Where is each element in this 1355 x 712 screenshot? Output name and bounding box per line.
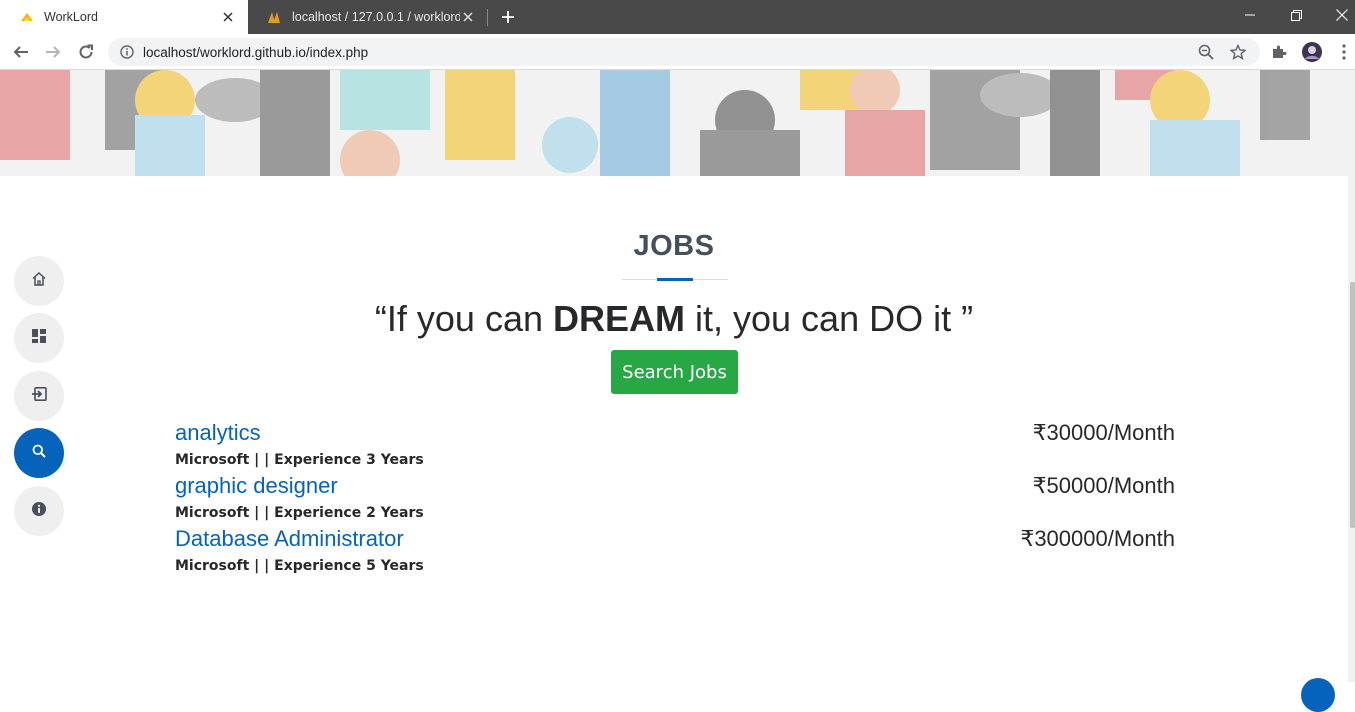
extensions-icon[interactable] xyxy=(1268,41,1290,63)
phpmyadmin-favicon-icon xyxy=(267,9,283,25)
job-salary: ₹50000/Month xyxy=(1032,473,1175,498)
zoom-icon[interactable] xyxy=(1196,42,1216,62)
quote-bold: DREAM xyxy=(553,298,685,339)
tab-strip: WorkLord localhost / 127.0.0.1 / worklor… xyxy=(0,0,1355,34)
forward-icon[interactable] xyxy=(40,39,66,65)
site-info-icon[interactable] xyxy=(119,44,135,60)
restore-icon[interactable] xyxy=(1273,0,1319,30)
job-title-link[interactable]: analytics xyxy=(175,420,261,446)
minimize-icon[interactable] xyxy=(1227,0,1273,30)
job-title-link[interactable]: Database Administrator xyxy=(175,526,404,552)
tab-title: localhost / 127.0.0.1 / worklord / xyxy=(292,10,460,24)
worklord-favicon-icon xyxy=(19,9,35,25)
job-meta: Microsoft | | Experience 3 Years xyxy=(175,452,424,468)
nav-search-button[interactable] xyxy=(14,428,64,478)
job-salary: ₹300000/Month xyxy=(1020,526,1175,551)
hero-illustration xyxy=(0,70,1348,176)
nav-info-button[interactable] xyxy=(14,486,64,536)
back-to-top-button[interactable] xyxy=(1301,678,1335,712)
job-title-link[interactable]: graphic designer xyxy=(175,473,338,499)
tab-title: WorkLord xyxy=(44,10,98,24)
back-icon[interactable] xyxy=(8,39,34,65)
close-tab-icon[interactable] xyxy=(220,9,236,25)
close-tab-icon[interactable] xyxy=(460,9,476,25)
menu-kebab-icon[interactable] xyxy=(1333,41,1355,63)
job-salary: ₹30000/Month xyxy=(1032,420,1175,445)
home-icon xyxy=(31,271,47,292)
nav-login-button[interactable] xyxy=(14,371,64,421)
browser-toolbar: localhost/worklord.github.io/index.php xyxy=(0,34,1355,70)
login-icon xyxy=(31,386,47,406)
reload-icon[interactable] xyxy=(73,39,99,65)
job-meta: Microsoft | | Experience 2 Years xyxy=(175,505,424,521)
quote-start: “If you can xyxy=(374,298,553,339)
title-accent-bar xyxy=(657,278,693,281)
quote-end: it, you can DO it ” xyxy=(685,298,974,339)
url-text[interactable]: localhost/worklord.github.io/index.php xyxy=(143,45,1196,60)
new-tab-icon[interactable] xyxy=(498,7,518,27)
close-window-icon[interactable] xyxy=(1319,0,1355,30)
search-icon xyxy=(32,444,46,463)
scrollbar-thumb[interactable] xyxy=(1350,282,1355,528)
bookmark-star-icon[interactable] xyxy=(1228,42,1248,62)
tab-phpmyadmin[interactable]: localhost / 127.0.0.1 / worklord / xyxy=(248,0,488,34)
people-illustration xyxy=(0,70,1310,176)
section-title: JOBS xyxy=(633,230,715,262)
info-icon xyxy=(32,501,46,521)
job-meta: Microsoft | | Experience 5 Years xyxy=(175,558,424,574)
tab-separator xyxy=(487,9,488,26)
address-bar[interactable]: localhost/worklord.github.io/index.php xyxy=(108,38,1260,66)
motivational-quote: “If you can DREAM it, you can DO it ” xyxy=(0,298,1348,340)
search-jobs-button[interactable]: Search Jobs xyxy=(611,350,738,394)
tab-worklord[interactable]: WorkLord xyxy=(0,0,248,34)
profile-avatar-icon[interactable] xyxy=(1301,41,1323,63)
